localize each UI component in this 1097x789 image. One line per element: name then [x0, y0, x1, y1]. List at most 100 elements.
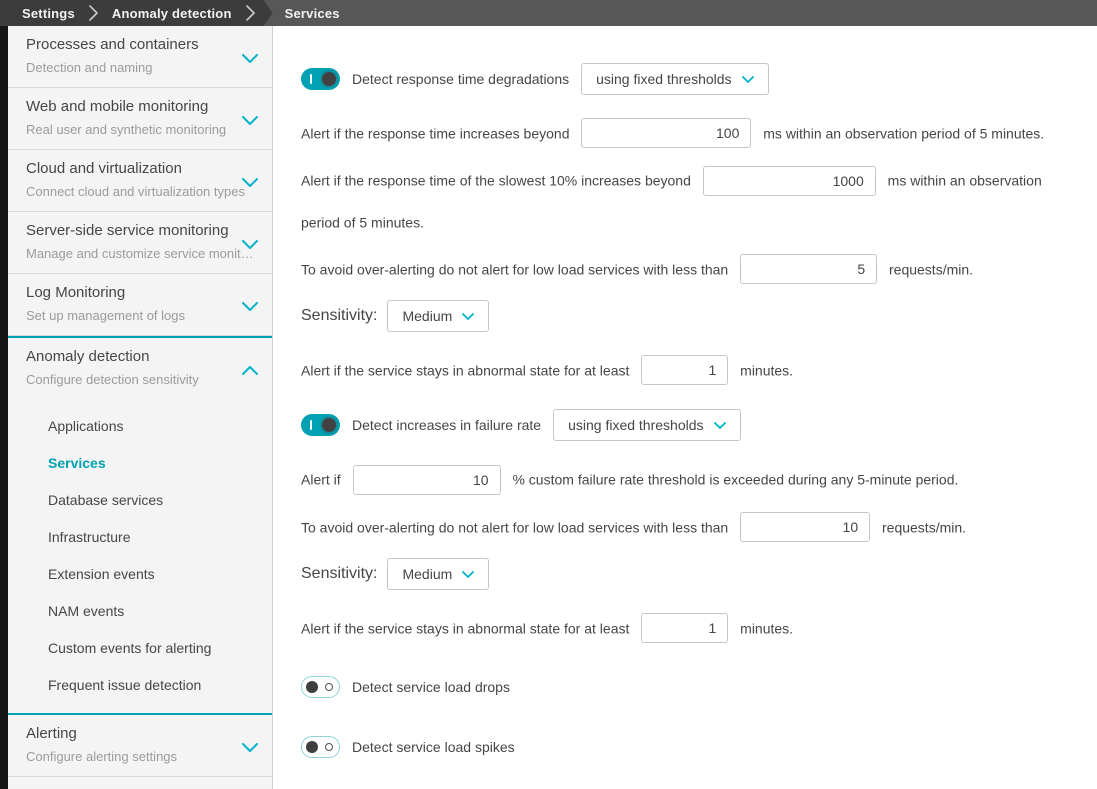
- response-time-threshold-row: Alert if the response time increases bey…: [301, 112, 1067, 153]
- section-title: Log Monitoring: [26, 283, 256, 303]
- response-threshold-mode-dropdown[interactable]: using fixed thresholds: [581, 63, 768, 95]
- chevron-down-icon[interactable]: [242, 739, 258, 757]
- response-time-threshold-input[interactable]: [581, 118, 751, 148]
- chevron-up-icon[interactable]: [242, 362, 258, 380]
- section-subtitle: Set up management of logs: [26, 307, 256, 324]
- sidebar-item-custom-events-for-alerting[interactable]: Custom events for alerting: [8, 629, 272, 666]
- sidebar-item-nam-events[interactable]: NAM events: [8, 592, 272, 629]
- sidebar-item-infrastructure[interactable]: Infrastructure: [8, 518, 272, 555]
- chevron-down-icon: [714, 422, 726, 429]
- row-text-pre: To avoid over-alerting do not alert for …: [301, 261, 728, 277]
- breadcrumb-settings[interactable]: Settings: [14, 6, 83, 21]
- dropdown-value: using fixed thresholds: [568, 417, 703, 433]
- toggle-knob: [320, 416, 338, 434]
- section-title: Anomaly detection: [26, 347, 256, 367]
- toggle-off-indicator: [325, 743, 333, 751]
- section-subtitle: Detection and naming: [26, 59, 256, 76]
- sidebar-item-anomaly-detection[interactable]: Anomaly detection Configure detection se…: [8, 336, 272, 399]
- detect-response-time-degradations-toggle[interactable]: [301, 68, 340, 90]
- failure-threshold-mode-dropdown[interactable]: using fixed thresholds: [553, 409, 740, 441]
- detect-service-load-spikes-toggle[interactable]: [301, 736, 340, 758]
- abnormal-state-duration-row-2: Alert if the service stays in abnormal s…: [301, 607, 1067, 648]
- breadcrumb-dark-segment: Settings Anomaly detection: [0, 0, 273, 26]
- anomaly-detection-subitems: Applications Services Database services …: [8, 399, 272, 715]
- chevron-right-icon: [89, 4, 98, 22]
- breadcrumb: Settings Anomaly detection Services: [0, 0, 1097, 26]
- low-load-threshold-input-1[interactable]: [740, 254, 877, 284]
- failure-rate-threshold-input[interactable]: [353, 465, 501, 495]
- slowest-10-percent-threshold-row: Alert if the response time of the slowes…: [301, 159, 1067, 242]
- chevron-right-icon: [246, 4, 255, 22]
- section-title: Processes and containers: [26, 35, 256, 55]
- section-title: Cloud and virtualization: [26, 159, 256, 179]
- toggle-knob: [306, 741, 318, 753]
- sidebar-item-applications[interactable]: Applications: [8, 407, 272, 444]
- sensitivity-dropdown-2[interactable]: Medium: [387, 558, 489, 590]
- sidebar-item-processes-and-containers[interactable]: Processes and containers Detection and n…: [8, 26, 272, 88]
- sensitivity-dropdown-1[interactable]: Medium: [387, 300, 489, 332]
- section-title: Alerting: [26, 724, 256, 744]
- slowest-10-percent-threshold-input[interactable]: [703, 166, 876, 196]
- sensitivity-label: Sensitivity:: [301, 307, 377, 325]
- detect-service-load-spikes-label: Detect service load spikes: [352, 739, 515, 755]
- row-text-pre: Alert if the service stays in abnormal s…: [301, 620, 629, 636]
- sidebar-item-frequent-issue-detection[interactable]: Frequent issue detection: [8, 666, 272, 703]
- chevron-down-icon[interactable]: [242, 50, 258, 68]
- row-text-post: requests/min.: [882, 519, 966, 535]
- toggle-off-indicator: [325, 683, 333, 691]
- sensitivity-row-2: Sensitivity: Medium: [301, 557, 1067, 591]
- sidebar-item-cloud-and-virtualization[interactable]: Cloud and virtualization Connect cloud a…: [8, 150, 272, 212]
- services-anomaly-settings-panel: Detect response time degradations using …: [274, 26, 1097, 789]
- toggle-knob: [320, 70, 338, 88]
- detect-failure-rate-increases-toggle[interactable]: [301, 414, 340, 436]
- sidebar-item-server-side-service-monitoring[interactable]: Server-side service monitoring Manage an…: [8, 212, 272, 274]
- sensitivity-label: Sensitivity:: [301, 565, 377, 583]
- chevron-down-icon[interactable]: [242, 112, 258, 130]
- toggle-on-indicator: [310, 420, 312, 430]
- sidebar-item-integration[interactable]: Integration Integrate Dynatrace with 3rd…: [8, 777, 272, 789]
- section-title: Server-side service monitoring: [26, 221, 256, 241]
- dropdown-value: Medium: [402, 308, 452, 324]
- sidebar-item-services[interactable]: Services: [8, 444, 272, 481]
- chevron-down-icon[interactable]: [242, 236, 258, 254]
- window-edge: [0, 26, 8, 789]
- section-subtitle: Real user and synthetic monitoring: [26, 121, 256, 138]
- dropdown-value: Medium: [402, 566, 452, 582]
- section-subtitle: Configure detection sensitivity: [26, 371, 256, 388]
- breadcrumb-anomaly-detection[interactable]: Anomaly detection: [104, 6, 240, 21]
- row-text-post: minutes.: [740, 362, 793, 378]
- settings-sidebar: Processes and containers Detection and n…: [8, 26, 273, 789]
- sensitivity-row-1: Sensitivity: Medium: [301, 299, 1067, 333]
- low-load-threshold-row-1: To avoid over-alerting do not alert for …: [301, 248, 1067, 289]
- dropdown-value: using fixed thresholds: [596, 71, 731, 87]
- breadcrumb-services[interactable]: Services: [277, 6, 348, 21]
- chevron-down-icon: [742, 76, 754, 83]
- chevron-down-icon[interactable]: [242, 298, 258, 316]
- section-subtitle: Configure alerting settings: [26, 748, 256, 765]
- detect-service-load-drops-toggle[interactable]: [301, 676, 340, 698]
- row-text-pre: To avoid over-alerting do not alert for …: [301, 519, 728, 535]
- chevron-down-icon[interactable]: [242, 174, 258, 192]
- sidebar-item-web-and-mobile-monitoring[interactable]: Web and mobile monitoring Real user and …: [8, 88, 272, 150]
- row-text-post: ms within an observation period of 5 min…: [763, 125, 1044, 141]
- row-text-post: % custom failure rate threshold is excee…: [512, 472, 958, 488]
- section-subtitle: Manage and customize service monitoring: [26, 245, 256, 262]
- abnormal-state-duration-input-1[interactable]: [641, 355, 728, 385]
- detect-failure-rate-increases-label: Detect increases in failure rate: [352, 417, 541, 433]
- toggle-knob: [306, 681, 318, 693]
- detect-service-load-drops-label: Detect service load drops: [352, 679, 510, 695]
- abnormal-state-duration-input-2[interactable]: [641, 613, 728, 643]
- low-load-threshold-row-2: To avoid over-alerting do not alert for …: [301, 506, 1067, 547]
- section-subtitle: Connect cloud and virtualization types: [26, 183, 256, 200]
- sidebar-item-extension-events[interactable]: Extension events: [8, 555, 272, 592]
- sidebar-item-log-monitoring[interactable]: Log Monitoring Set up management of logs: [8, 274, 272, 336]
- sidebar-item-database-services[interactable]: Database services: [8, 481, 272, 518]
- chevron-down-icon: [462, 571, 474, 578]
- failure-rate-threshold-row: Alert if % custom failure rate threshold…: [301, 458, 1067, 499]
- low-load-threshold-input-2[interactable]: [740, 512, 870, 542]
- row-text-pre: Alert if the response time of the slowes…: [301, 173, 691, 189]
- detect-response-time-degradations-label: Detect response time degradations: [352, 71, 569, 87]
- sidebar-item-alerting[interactable]: Alerting Configure alerting settings: [8, 715, 272, 777]
- row-text-pre: Alert if the service stays in abnormal s…: [301, 362, 629, 378]
- row-text-pre: Alert if: [301, 472, 341, 488]
